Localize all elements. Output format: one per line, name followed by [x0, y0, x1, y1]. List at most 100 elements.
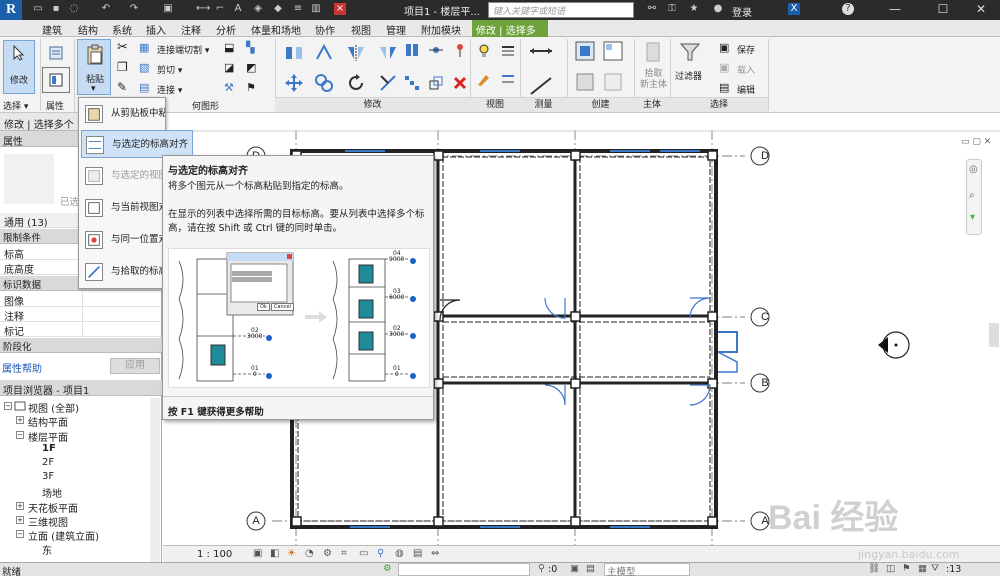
- design-options-icon[interactable]: ▣: [570, 563, 579, 574]
- section-phasing[interactable]: 阶段化: [0, 338, 162, 353]
- prop-image[interactable]: 图像: [0, 292, 162, 308]
- align-selected-views-item[interactable]: 与选定的视图对齐: [81, 162, 165, 190]
- render-icon[interactable]: ⚙: [323, 548, 332, 559]
- collapse-toggle[interactable]: −: [4, 402, 12, 410]
- tab-structure[interactable]: 结构: [78, 22, 98, 37]
- tree-3d-views[interactable]: 三维视图: [28, 514, 68, 529]
- undo-icon[interactable]: ↶: [100, 3, 112, 15]
- select-dropdown[interactable]: 选择 ▾: [3, 99, 28, 112]
- tab-collaborate[interactable]: 协作: [315, 22, 335, 37]
- pick-host-icon[interactable]: [643, 41, 663, 65]
- properties-help-link[interactable]: 属性帮助: [2, 360, 42, 375]
- sun-path-icon[interactable]: ☀: [287, 548, 296, 559]
- canvas-scrollbar-thumb[interactable]: [989, 323, 999, 347]
- grid-label-c[interactable]: C: [756, 311, 774, 323]
- join-geometry-icon[interactable]: ▤: [139, 81, 155, 97]
- shadows-icon[interactable]: ◔: [305, 548, 314, 559]
- measure-distance-icon[interactable]: [528, 43, 554, 59]
- remove-paint-icon[interactable]: ⚒: [224, 81, 240, 97]
- navigation-bar[interactable]: ◎ ⌕ ▾: [966, 159, 982, 235]
- exchange-apps-icon[interactable]: X: [788, 3, 800, 15]
- save-selection-icon[interactable]: ▣: [719, 41, 735, 57]
- highlight-displacement-icon[interactable]: ⇔: [431, 548, 439, 559]
- tab-massing[interactable]: 体量和场地: [251, 22, 301, 37]
- select-pinned-icon[interactable]: ⚑: [902, 563, 911, 574]
- cut-button[interactable]: 剪切 ▾: [157, 63, 182, 76]
- align-same-place-item[interactable]: 与同一位置对齐: [81, 226, 165, 254]
- tab-architecture[interactable]: 建筑: [42, 22, 62, 37]
- measure-icon[interactable]: ⟷: [196, 3, 210, 15]
- demolish-icon[interactable]: ◩: [246, 61, 262, 77]
- worksets-icon[interactable]: ⚙: [383, 563, 392, 574]
- hammer-icon[interactable]: ⚑: [246, 81, 262, 97]
- trim-extend-icon[interactable]: [378, 73, 398, 93]
- apply-button[interactable]: 应用: [110, 358, 160, 374]
- tree-east[interactable]: 东: [42, 542, 52, 557]
- close-button[interactable]: ✕: [966, 0, 996, 20]
- split-face-icon[interactable]: ▚: [246, 41, 262, 57]
- move-icon[interactable]: [284, 73, 304, 93]
- lightbulb-icon[interactable]: [476, 43, 492, 59]
- cut-geometry-icon[interactable]: ▧: [139, 61, 155, 77]
- grid-label-d-right[interactable]: D: [756, 150, 774, 162]
- create-assembly-icon[interactable]: [574, 40, 596, 62]
- close-hidden-icon[interactable]: ▥: [310, 3, 322, 15]
- paste-from-clipboard-item[interactable]: 从剪贴板中粘贴: [81, 100, 165, 128]
- align-current-view-item[interactable]: 与当前视图对齐: [81, 194, 165, 222]
- prop-comments[interactable]: 注释: [0, 307, 162, 323]
- restore-view-icon[interactable]: ▭ ▢ ✕: [961, 137, 991, 147]
- expand-toggle[interactable]: +: [16, 502, 24, 510]
- rotate-icon[interactable]: [346, 73, 366, 93]
- filter-button[interactable]: 过滤器: [675, 69, 702, 82]
- edit-selection-button[interactable]: 编辑: [737, 83, 755, 96]
- linework-icon[interactable]: [500, 71, 516, 87]
- crop-icon[interactable]: ⌗: [341, 548, 347, 559]
- split-gap-icon[interactable]: [428, 42, 444, 58]
- override-graphics-icon[interactable]: [476, 71, 492, 87]
- properties-button[interactable]: [42, 67, 70, 93]
- sync-icon[interactable]: ◌: [68, 3, 80, 15]
- expand-toggle[interactable]: +: [16, 416, 24, 424]
- join-cut-icon[interactable]: ▦: [139, 41, 155, 57]
- crop-region-icon[interactable]: ▭: [359, 548, 368, 559]
- temporary-hide-icon[interactable]: ⚲: [377, 548, 384, 559]
- zoom-arrow-icon[interactable]: ▾: [970, 212, 975, 223]
- expand-toggle[interactable]: +: [16, 516, 24, 524]
- align-icon[interactable]: [284, 43, 304, 63]
- array-icon[interactable]: [404, 75, 420, 91]
- join-cut-button[interactable]: 连接端切割 ▾: [157, 43, 209, 56]
- visual-style-icon[interactable]: ◧: [270, 548, 279, 559]
- text-icon[interactable]: A: [232, 3, 244, 15]
- load-selection-icon[interactable]: ▣: [719, 61, 735, 77]
- modify-button[interactable]: 修改: [3, 40, 35, 94]
- analytical-model-icon[interactable]: ▤: [413, 548, 422, 559]
- copy-icon[interactable]: ❐: [117, 60, 133, 76]
- pin-icon[interactable]: [452, 42, 468, 58]
- workset-dropdown[interactable]: [398, 563, 530, 576]
- filter-status-icon[interactable]: ⚲: [538, 563, 545, 574]
- wall-joins-icon[interactable]: ⬓: [224, 41, 240, 57]
- design-option-dropdown[interactable]: 主模型: [604, 563, 690, 578]
- tree-site[interactable]: 场地: [42, 485, 62, 500]
- help-icon[interactable]: ?: [842, 3, 854, 15]
- tab-view[interactable]: 视图: [351, 22, 371, 37]
- load-selection-button[interactable]: 载入: [737, 63, 755, 76]
- zoom-icon[interactable]: ⌕: [969, 190, 975, 201]
- join-button[interactable]: 连接 ▾: [157, 83, 182, 96]
- mirror-draw-icon[interactable]: [378, 43, 398, 63]
- tree-floor-2f[interactable]: 2F: [42, 457, 54, 468]
- create-group-icon[interactable]: [574, 71, 596, 93]
- collapse-toggle[interactable]: −: [16, 530, 24, 538]
- tab-addins[interactable]: 附加模块: [421, 22, 461, 37]
- login-button[interactable]: 登录: [732, 4, 752, 19]
- tab-annotate[interactable]: 注释: [181, 22, 201, 37]
- aligned-dimension-icon[interactable]: [528, 75, 554, 97]
- tree-floor-plans[interactable]: 楼层平面: [28, 429, 68, 444]
- steering-wheel-icon[interactable]: ◎: [969, 164, 978, 175]
- minimize-button[interactable]: —: [880, 0, 910, 20]
- browser-scrollbar[interactable]: [150, 398, 160, 562]
- tree-structural-plans[interactable]: 结构平面: [28, 414, 68, 429]
- redo-icon[interactable]: ↷: [128, 3, 140, 15]
- user-icon[interactable]: ●: [712, 3, 724, 15]
- select-underlay-icon[interactable]: ◫: [886, 563, 895, 574]
